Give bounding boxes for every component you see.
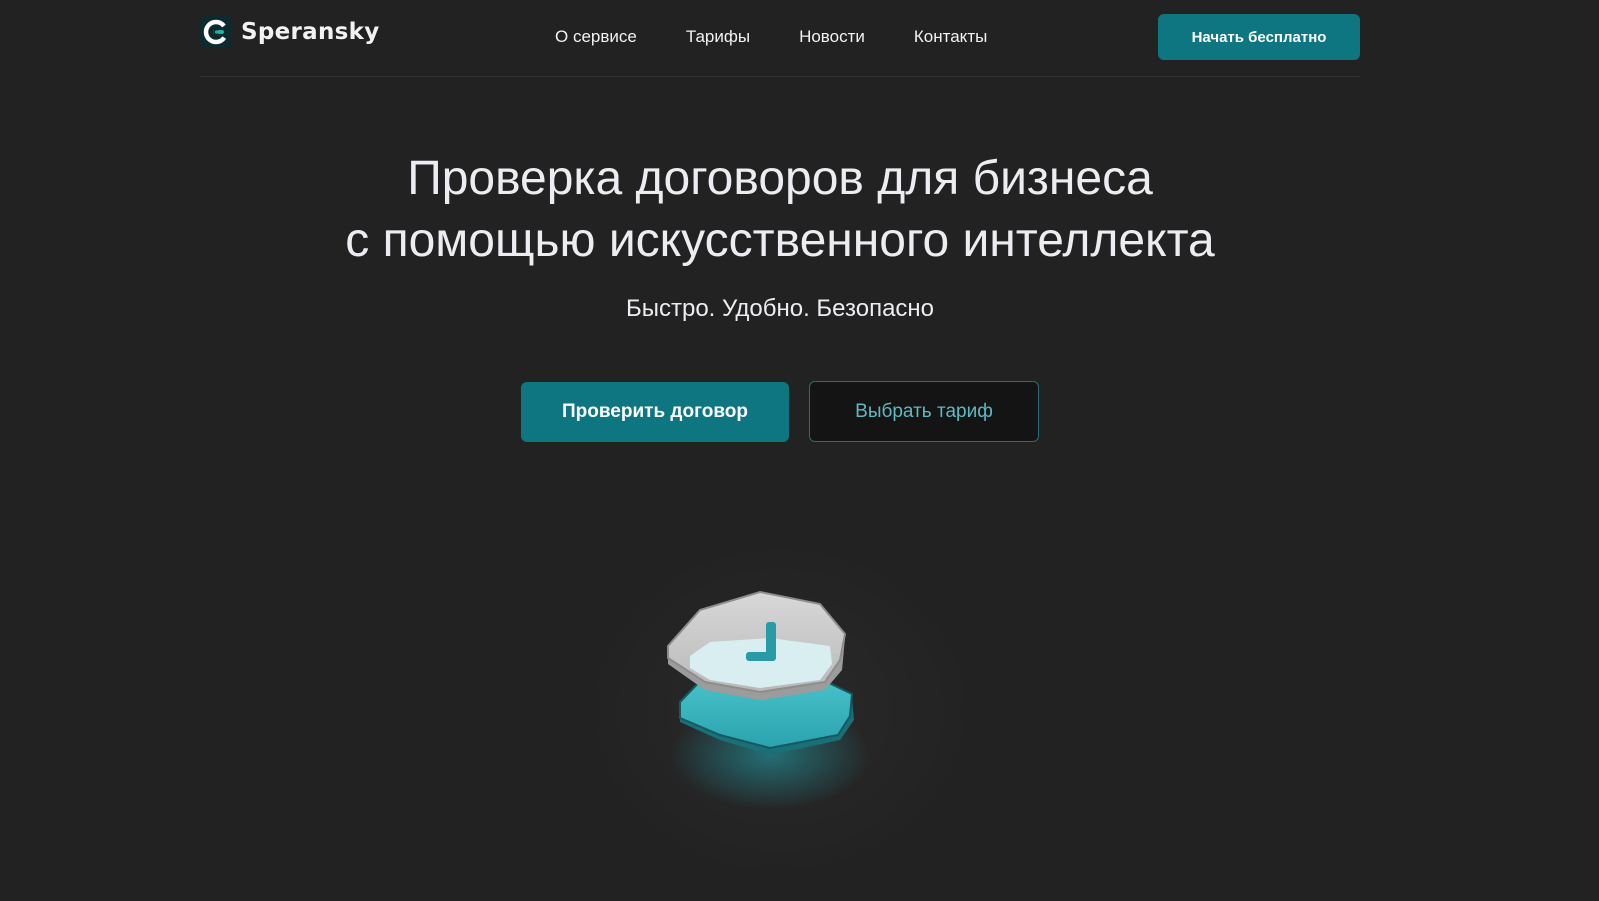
logo-link[interactable]: Speransky: [200, 16, 380, 48]
check-contract-button[interactable]: Проверить договор: [521, 382, 789, 442]
hero-title-line-2: с помощью искусственного интеллекта: [345, 214, 1215, 267]
landing-page: Speransky О сервисе Тарифы Новости Конта…: [0, 0, 1599, 901]
logo-text: Speransky: [241, 19, 380, 45]
nav-item-contacts[interactable]: Контакты: [914, 26, 987, 48]
main-nav: О сервисе Тарифы Новости Контакты: [555, 26, 1036, 48]
nav-item-pricing[interactable]: Тарифы: [686, 26, 750, 48]
hero-title-line-1: Проверка договоров для бизнеса: [407, 152, 1153, 205]
nav-item-news[interactable]: Новости: [799, 26, 865, 48]
c-logo-icon: [200, 16, 232, 48]
clock-shield-illustration: [660, 590, 890, 830]
nav-item-about[interactable]: О сервисе: [555, 26, 637, 48]
choose-plan-button[interactable]: Выбрать тариф: [809, 381, 1039, 442]
start-free-button[interactable]: Начать бесплатно: [1158, 14, 1360, 60]
site-header: Speransky О сервисе Тарифы Новости Конта…: [200, 0, 1360, 77]
hero-title: Проверка договоров для бизнеса с помощью…: [0, 148, 1560, 272]
hero-subtitle: Быстро. Удобно. Безопасно: [625, 295, 935, 322]
